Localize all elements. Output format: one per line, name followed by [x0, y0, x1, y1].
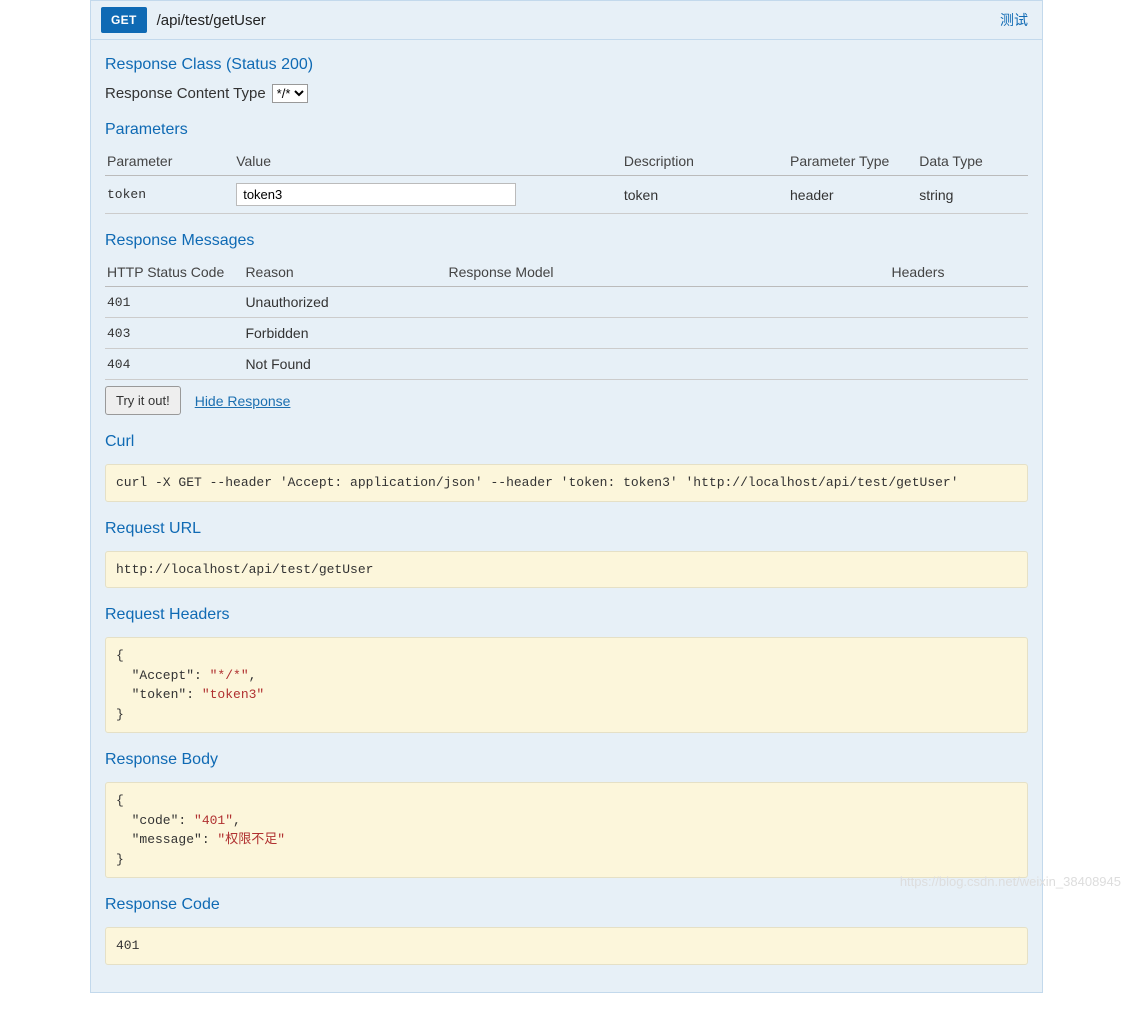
status-headers [890, 349, 1028, 380]
status-headers [890, 318, 1028, 349]
param-header-datatype: Data Type [917, 147, 1028, 176]
param-header-parameter: Parameter [105, 147, 234, 176]
status-reason: Forbidden [243, 318, 446, 349]
method-badge: GET [101, 7, 147, 33]
status-reason: Not Found [243, 349, 446, 380]
param-value-input[interactable] [236, 183, 516, 206]
actions-row: Try it out! Hide Response [105, 386, 1028, 415]
request-headers-block: { "Accept": "*/*", "token": "token3" } [105, 637, 1028, 733]
request-url-block: http://localhost/api/test/getUser [105, 551, 1028, 589]
param-header-description: Description [622, 147, 788, 176]
table-row: 403Forbidden [105, 318, 1028, 349]
msg-header-code: HTTP Status Code [105, 258, 243, 287]
status-model [446, 318, 889, 349]
msg-header-reason: Reason [243, 258, 446, 287]
response-class-title: Response Class (Status 200) [105, 56, 1028, 74]
table-row: 401Unauthorized [105, 287, 1028, 318]
request-url-title: Request URL [105, 520, 1028, 538]
response-body-block: { "code": "401", "message": "权限不足" } [105, 782, 1028, 878]
content-type-select[interactable]: */* [272, 84, 308, 103]
test-link[interactable]: 测试 [1000, 10, 1028, 30]
status-code: 404 [105, 349, 243, 380]
param-value-cell [234, 176, 622, 214]
response-code-block: 401 [105, 927, 1028, 965]
response-body-title: Response Body [105, 751, 1028, 769]
msg-header-headers: Headers [890, 258, 1028, 287]
parameters-title: Parameters [105, 121, 1028, 139]
param-header-type: Parameter Type [788, 147, 917, 176]
table-row: tokentokenheaderstring [105, 176, 1028, 214]
param-name: token [105, 176, 234, 214]
response-code-title: Response Code [105, 896, 1028, 914]
param-header-value: Value [234, 147, 622, 176]
request-headers-title: Request Headers [105, 606, 1028, 624]
status-headers [890, 287, 1028, 318]
endpoint-path[interactable]: /api/test/getUser [157, 12, 1000, 29]
operation-panel: GET /api/test/getUser 测试 Response Class … [90, 0, 1043, 993]
response-messages-table: HTTP Status Code Reason Response Model H… [105, 258, 1028, 380]
status-code: 403 [105, 318, 243, 349]
msg-header-model: Response Model [446, 258, 889, 287]
parameters-table: Parameter Value Description Parameter Ty… [105, 147, 1028, 214]
status-model [446, 349, 889, 380]
curl-block: curl -X GET --header 'Accept: applicatio… [105, 464, 1028, 502]
content-type-row: Response Content Type */* [105, 84, 1028, 103]
param-description: token [622, 176, 788, 214]
table-row: 404Not Found [105, 349, 1028, 380]
curl-title: Curl [105, 433, 1028, 451]
hide-response-link[interactable]: Hide Response [195, 393, 291, 409]
status-reason: Unauthorized [243, 287, 446, 318]
try-it-out-button[interactable]: Try it out! [105, 386, 181, 415]
param-datatype: string [917, 176, 1028, 214]
operation-header: GET /api/test/getUser 测试 [91, 1, 1042, 40]
param-type: header [788, 176, 917, 214]
content-type-label: Response Content Type [105, 85, 266, 102]
status-model [446, 287, 889, 318]
status-code: 401 [105, 287, 243, 318]
response-messages-title: Response Messages [105, 232, 1028, 250]
